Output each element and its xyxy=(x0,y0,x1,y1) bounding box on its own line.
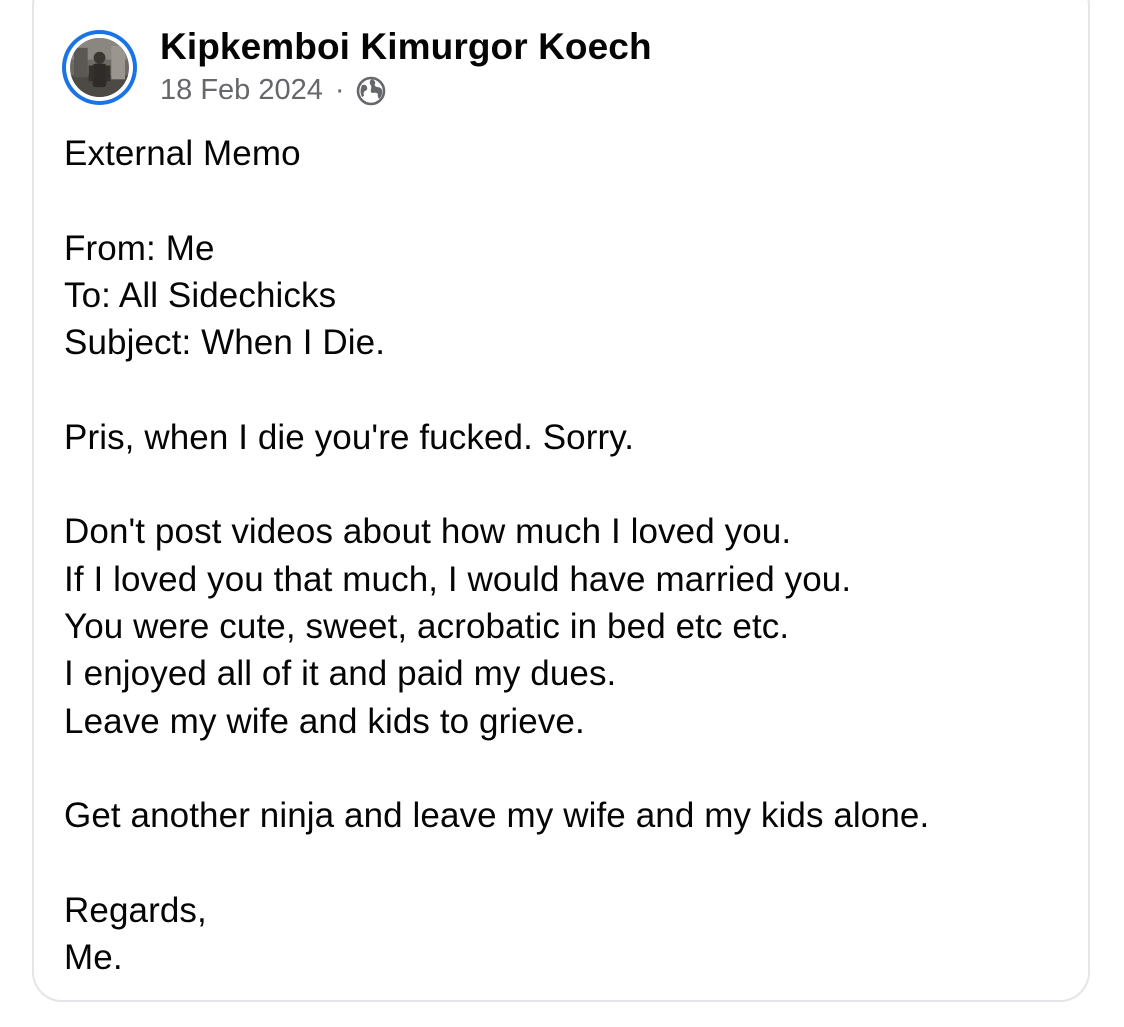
meta-separator: · xyxy=(334,74,345,106)
post-meta: 18 Feb 2024 · xyxy=(160,74,387,107)
post-text-line: Don't post videos about how much I loved… xyxy=(64,512,792,552)
post-text-line: Subject: When I Die. xyxy=(64,323,386,363)
post-header: Kipkemboi Kimurgor Koech 18 Feb 2024 · xyxy=(62,20,962,106)
post-text-line: External Memo xyxy=(64,134,301,173)
post-text-line: Regards, xyxy=(64,890,207,930)
globe-icon xyxy=(356,76,385,105)
post-text-line: If I loved you that much, I would have m… xyxy=(64,559,852,599)
post-text-line: You were cute, sweet, acrobatic in bed e… xyxy=(64,606,790,646)
post-text-line: Pris, when I die you're fucked. Sorry. xyxy=(64,417,635,457)
post-text-line: From: Me xyxy=(64,228,215,268)
author-name[interactable]: Kipkemboi Kimurgor Koech xyxy=(160,26,652,68)
post-body: External Memo From: Me To: All Sidechicks S… xyxy=(64,130,1074,981)
post-text-line: To: All Sidechicks xyxy=(64,275,337,315)
post-text-line: I enjoyed all of it and paid my dues. xyxy=(64,654,617,694)
post-date[interactable]: 18 Feb 2024 xyxy=(160,74,323,107)
post-text-line: Leave my wife and kids to grieve. xyxy=(64,701,585,741)
profile-photo xyxy=(70,38,129,97)
post-text-line: Me. xyxy=(64,938,123,978)
post-text-line: Get another ninja and leave my wife and … xyxy=(64,796,930,836)
avatar[interactable] xyxy=(62,30,137,105)
